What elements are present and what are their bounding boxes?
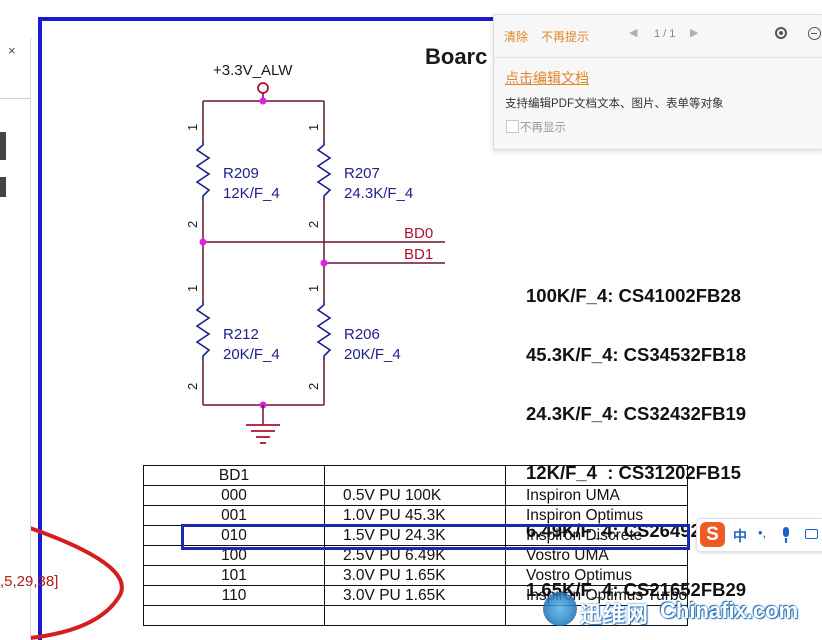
popup-toolbar: 清除 不再提示 ◀ 1 / 1 ▶ [494, 15, 822, 57]
page-counter: 1 / 1 [654, 28, 676, 40]
parts-list-item: 45.3K/F_4: CS34532FB18 [526, 343, 747, 365]
panel-edge-tab[interactable] [0, 177, 6, 197]
no-more-hint-button[interactable]: 不再提示 [541, 28, 589, 45]
resistor-ref-r212: R212 [223, 326, 259, 343]
next-arrow-icon[interactable]: ▶ [690, 26, 698, 39]
sogou-logo-icon[interactable]: S [700, 522, 725, 547]
table-header-cell [324, 465, 506, 486]
watermark-cn: 迅维网 [580, 602, 650, 627]
left-side-panel: × [0, 37, 31, 640]
highlight-box [181, 524, 690, 550]
pin-number: 1 [185, 285, 200, 292]
junction-node [259, 97, 267, 105]
pin-number: 2 [306, 383, 321, 390]
table-cell: 3.0V PU 1.65K [324, 565, 506, 586]
watermark-logo-icon [543, 592, 577, 626]
resistor-value-r209: 12K/F_4 [223, 185, 280, 202]
pin-number: 2 [185, 221, 200, 228]
parts-list-item: 24.3K/F_4: CS32432FB19 [526, 402, 747, 424]
resistor-value-r212: 20K/F_4 [223, 346, 280, 363]
table-cell: Inspiron Optimus [504, 505, 689, 526]
table-cell: 000 [143, 485, 325, 506]
net-label-bd0: BD0 [404, 225, 433, 242]
junction-node [199, 238, 207, 246]
edit-description: 支持编辑PDF文档文本、图片、表单等对象 [505, 98, 724, 110]
popup-divider [494, 57, 822, 58]
panel-divider [0, 98, 30, 99]
ime-mode-toggle[interactable]: 中 [733, 526, 747, 546]
pin-number: 1 [306, 285, 321, 292]
table-cell: 001 [143, 505, 325, 526]
ime-toolbar: S 中 •, [696, 518, 822, 552]
table-cell: 0.5V PU 100K [324, 485, 506, 506]
table-cell [143, 605, 325, 626]
panel-edge-tab[interactable] [0, 132, 6, 160]
power-symbol-icon [257, 82, 269, 94]
table-cell: 1.0V PU 45.3K [324, 505, 506, 526]
resistor-ref-r207: R207 [344, 165, 380, 182]
resistor-ref-r206: R206 [344, 326, 380, 343]
table-row: 001 1.0V PU 45.3K Inspiron Optimus [143, 505, 689, 526]
table-header-row: BD1 [143, 465, 689, 486]
pin-number: 2 [306, 221, 321, 228]
table-cell: Inspiron UMA [504, 485, 689, 506]
net-label-bd1: BD1 [404, 246, 433, 263]
pin-number: 1 [185, 124, 200, 131]
parts-list-item: 100K/F_4: CS41002FB28 [526, 285, 741, 307]
table-header-cell: BD1 [143, 465, 325, 486]
resistor-r206-symbol [316, 300, 332, 360]
ground-symbol-icon [246, 424, 280, 444]
junction-node [320, 259, 328, 267]
keyboard-icon[interactable] [805, 529, 818, 539]
dont-show-checkbox[interactable] [506, 120, 519, 133]
table-cell [324, 605, 506, 626]
ime-punctuation-toggle[interactable]: •, [758, 525, 766, 540]
dont-show-label[interactable]: 不再显示 [520, 119, 566, 135]
pin-number: 1 [306, 124, 321, 131]
power-rail-label: +3.3V_ALW [213, 62, 293, 79]
edit-document-link[interactable]: 点击编辑文档 [505, 68, 589, 88]
resistor-r212-symbol [195, 300, 211, 360]
resistor-value-r206: 20K/F_4 [344, 346, 401, 363]
resistor-r209-symbol [195, 140, 211, 200]
clear-button[interactable]: 清除 [504, 28, 528, 45]
prev-arrow-icon[interactable]: ◀ [629, 26, 637, 39]
minimize-icon[interactable] [808, 27, 821, 40]
page-reference: ,5,29,38] [0, 573, 59, 590]
settings-icon[interactable] [775, 27, 787, 39]
table-row: 000 0.5V PU 100K Inspiron UMA [143, 485, 689, 506]
resistor-ref-r209: R209 [223, 165, 259, 182]
watermark-en: Chinafix.com [660, 598, 799, 623]
edit-hint-popup: 清除 不再提示 ◀ 1 / 1 ▶ 点击编辑文档 支持编辑PDF文档文本、图片、… [493, 14, 822, 150]
board-title-fragment: Boarc [425, 44, 487, 69]
close-icon[interactable]: × [8, 43, 16, 58]
table-header-cell [504, 465, 689, 486]
pin-number: 2 [185, 383, 200, 390]
table-cell: 3.0V PU 1.65K [324, 585, 506, 606]
resistor-value-r207: 24.3K/F_4 [344, 185, 413, 202]
resistor-r207-symbol [316, 140, 332, 200]
microphone-icon[interactable] [783, 527, 789, 543]
table-cell: Vostro Optimus [504, 565, 689, 586]
table-row: 101 3.0V PU 1.65K Vostro Optimus [143, 565, 689, 586]
table-cell: 110 [143, 585, 325, 606]
table-cell: 101 [143, 565, 325, 586]
